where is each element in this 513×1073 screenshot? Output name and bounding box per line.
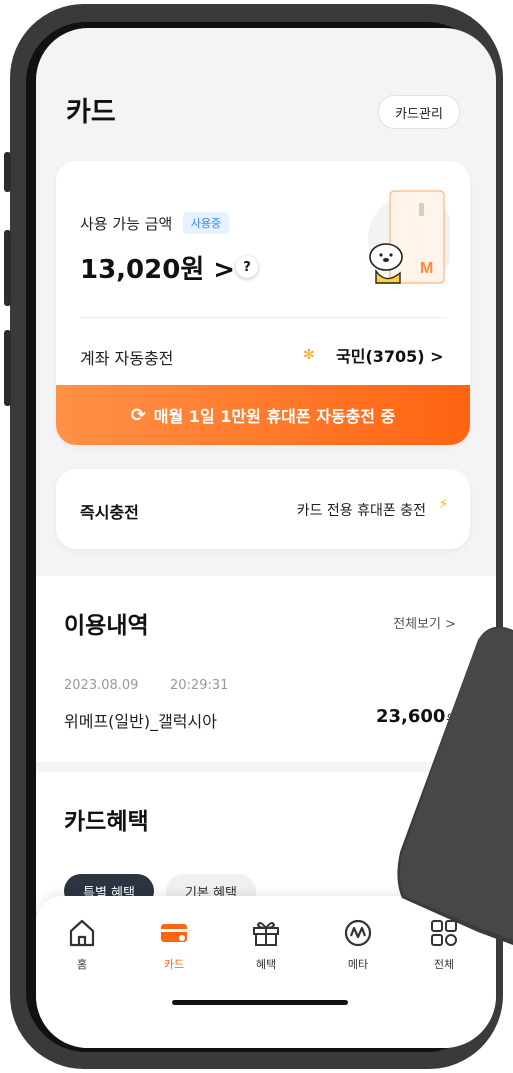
divider (80, 317, 446, 318)
instant-charge-label: 즉시충전 (80, 503, 139, 522)
home-indicator (172, 1000, 348, 1005)
auto-charge-banner[interactable]: ⟳ 매월 1일 1만원 휴대폰 자동충전 중 (56, 385, 470, 445)
nav-all[interactable]: 전체 (414, 916, 474, 986)
nav-benefit[interactable]: 혜택 (236, 916, 296, 986)
svg-text:M: M (420, 260, 433, 277)
nav-label: 메타 (347, 958, 369, 971)
nav-label: 홈 (76, 958, 88, 971)
grid-icon (431, 920, 457, 946)
nav-label: 카드 (163, 958, 185, 971)
volume-up-button (4, 230, 11, 306)
status-badge: 사용중 (183, 212, 229, 234)
home-icon (69, 919, 95, 947)
mute-switch (4, 152, 11, 192)
available-amount-label: 사용 가능 금액 (80, 215, 173, 233)
gift-icon (253, 922, 279, 946)
bank-account-link[interactable]: 국민(3705) > (336, 343, 444, 367)
card-summary-panel: 사용 가능 금액 사용중 13,020원 > ? M 계좌 자동충전 ✻ 국민(… (56, 161, 470, 445)
nav-label: 전체 (433, 958, 455, 971)
bottom-nav: 홈 카드 혜택 메타 전체 (36, 896, 496, 1048)
nav-label: 혜택 (255, 958, 277, 971)
card-icon (161, 924, 187, 942)
instant-charge-panel[interactable]: 즉시충전 카드 전용 휴대폰 충전 ⚡ (56, 469, 470, 549)
page-title: 카드 (66, 97, 116, 128)
refresh-icon: ⟳ (130, 404, 146, 426)
transaction-amount: 23,600 (376, 706, 446, 727)
phone-charge-link[interactable]: 카드 전용 휴대폰 충전 (297, 500, 426, 520)
help-button[interactable]: ? (236, 256, 258, 278)
card-illustration: M (368, 190, 450, 284)
meta-icon (344, 919, 372, 947)
history-title: 이용내역 (64, 613, 149, 639)
transaction-time: 20:29:31 (170, 678, 229, 693)
card-manage-button[interactable]: 카드관리 (378, 95, 460, 129)
kb-bank-icon: ✻ (303, 347, 315, 363)
volume-down-button (4, 330, 11, 406)
app-screen: 카드 카드관리 사용 가능 금액 사용중 13,020원 > ? M 계좌 자동… (36, 28, 496, 1048)
nav-home[interactable]: 홈 (52, 916, 112, 986)
transaction-unit: 원 (446, 713, 459, 729)
history-section (36, 576, 496, 762)
balance-amount-link[interactable]: 13,020원 > (80, 249, 235, 286)
nav-meta[interactable]: 메타 (328, 916, 388, 986)
nav-card[interactable]: 카드 (144, 916, 204, 986)
transaction-date: 2023.08.09 (64, 678, 139, 693)
see-all-link[interactable]: 전체보기 > (393, 613, 456, 632)
transaction-merchant: 위메프(일반)_갤럭시아 (64, 712, 217, 731)
banner-text: 매월 1일 1만원 휴대폰 자동충전 중 (153, 407, 396, 426)
auto-charge-label: 계좌 자동충전 (80, 349, 174, 368)
lightning-icon: ⚡ (438, 497, 448, 512)
benefits-title: 카드혜택 (64, 809, 149, 835)
